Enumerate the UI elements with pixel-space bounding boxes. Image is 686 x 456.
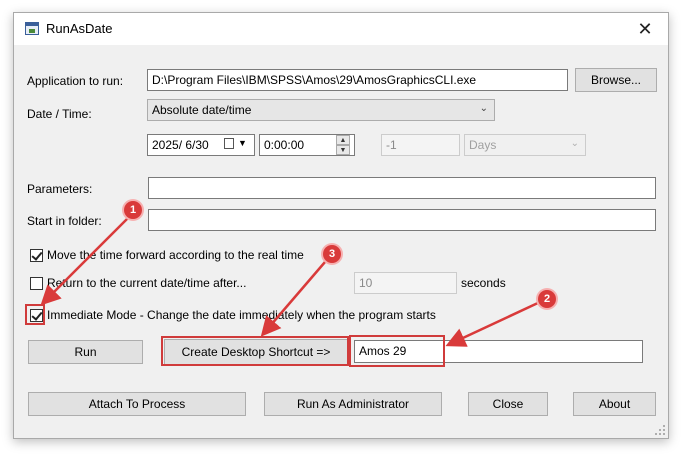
annotation-arrows [40,217,541,347]
arrow-3 [260,261,326,337]
arrow-2 [445,300,541,347]
arrow-1 [40,217,129,306]
step-badge-2: 2 [538,290,556,308]
step-badge-1: 1 [124,201,142,219]
step-badge-3: 3 [323,245,341,263]
